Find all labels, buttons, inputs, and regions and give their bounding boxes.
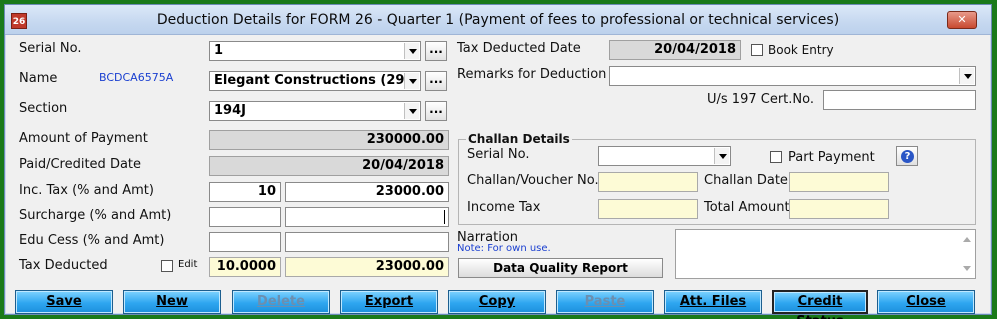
data-quality-report-button[interactable]: Data Quality Report <box>458 258 663 278</box>
name-combo[interactable]: Elegant Constructions (29) <box>209 71 421 91</box>
part-payment-checkbox[interactable] <box>770 151 782 163</box>
chevron-down-icon[interactable] <box>959 68 974 84</box>
credit-status-button[interactable]: Credit Status <box>772 290 868 319</box>
serial-value: 1 <box>214 43 224 58</box>
amount-label: Amount of Payment <box>19 131 148 146</box>
edu-cess-pct-input[interactable] <box>209 232 281 252</box>
scroll-down-icon[interactable] <box>963 266 971 271</box>
total-amount-label: Total Amount <box>704 200 790 215</box>
new-button[interactable]: New <box>123 290 221 314</box>
inc-tax-amt-input[interactable]: 23000.00 <box>285 182 449 202</box>
copy-button[interactable]: Copy <box>448 290 546 314</box>
amount-field: 230000.00 <box>209 130 449 150</box>
paid-date-label: Paid/Credited Date <box>19 157 142 172</box>
scroll-up-icon[interactable] <box>963 237 971 242</box>
name-pan: BCDCA6575A <box>99 71 174 84</box>
help-icon: ? <box>901 150 914 163</box>
tax-deducted-pct-field[interactable]: 10.0000 <box>209 257 281 277</box>
section-label: Section <box>19 101 68 116</box>
deduction-details-window: 26 Deduction Details for FORM 26 - Quart… <box>4 4 992 319</box>
surcharge-pct-input[interactable] <box>209 207 281 227</box>
surcharge-amt-input[interactable] <box>285 207 449 227</box>
edit-checkbox[interactable] <box>161 260 173 272</box>
challan-group-label: Challan Details <box>466 132 572 146</box>
challan-date-label: Challan Date <box>704 173 788 188</box>
section-value: 194J <box>214 103 246 118</box>
serial-browse-button[interactable]: ... <box>425 41 447 61</box>
window-title: Deduction Details for FORM 26 - Quarter … <box>156 12 840 28</box>
chevron-down-icon[interactable] <box>404 103 419 119</box>
tax-deducted-date-label: Tax Deducted Date <box>457 41 581 56</box>
text-caret <box>444 210 445 224</box>
paid-date-field: 20/04/2018 <box>209 156 449 176</box>
inc-tax-label: Inc. Tax (% and Amt) <box>19 183 154 198</box>
name-label: Name <box>19 71 58 86</box>
book-entry-label: Book Entry <box>768 43 834 57</box>
challan-date-input[interactable] <box>789 172 889 192</box>
narration-scrollbar[interactable] <box>960 231 974 277</box>
chevron-down-icon[interactable] <box>404 43 419 59</box>
tax-deducted-label: Tax Deducted <box>19 258 108 273</box>
serial-combo[interactable]: 1 <box>209 41 421 61</box>
remarks-combo[interactable] <box>609 66 976 86</box>
income-tax-label: Income Tax <box>467 200 541 215</box>
cert-label: U/s 197 Cert.No. <box>707 92 814 107</box>
income-tax-input[interactable] <box>598 199 698 219</box>
voucher-label: Challan/Voucher No. <box>467 173 599 188</box>
cert-input[interactable] <box>823 90 976 110</box>
close-button[interactable]: Close <box>877 290 975 314</box>
delete-button[interactable]: Delete <box>232 290 330 314</box>
total-amount-input[interactable] <box>789 199 889 219</box>
save-button[interactable]: Save <box>15 290 113 314</box>
tax-deducted-date-field[interactable]: 20/04/2018 <box>609 40 741 60</box>
chevron-down-icon[interactable] <box>404 73 419 89</box>
narration-note: Note: For own use. <box>457 243 551 254</box>
book-entry-checkbox[interactable] <box>751 44 763 56</box>
window-close-button[interactable]: ✕ <box>947 11 977 29</box>
edit-label: Edit <box>178 259 198 270</box>
voucher-input[interactable] <box>598 172 698 192</box>
name-browse-button[interactable]: ... <box>425 71 447 91</box>
name-value: Elegant Constructions (29) <box>214 73 411 88</box>
edu-cess-label: Edu Cess (% and Amt) <box>19 233 165 248</box>
chevron-down-icon[interactable] <box>714 148 729 164</box>
title-bar: 26 Deduction Details for FORM 26 - Quart… <box>5 5 991 35</box>
section-combo[interactable]: 194J <box>209 101 421 121</box>
narration-textarea[interactable] <box>675 229 976 279</box>
remarks-label: Remarks for Deduction <box>457 67 607 82</box>
tax-deducted-amt-field[interactable]: 23000.00 <box>285 257 449 277</box>
att-files-button[interactable]: Att. Files <box>664 290 762 314</box>
edu-cess-amt-input[interactable] <box>285 232 449 252</box>
section-browse-button[interactable]: ... <box>425 101 447 121</box>
paste-button[interactable]: Paste <box>556 290 654 314</box>
inc-tax-pct-input[interactable]: 10 <box>209 182 281 202</box>
surcharge-label: Surcharge (% and Amt) <box>19 208 172 223</box>
challan-serial-label: Serial No. <box>467 147 530 162</box>
part-payment-label: Part Payment <box>788 150 875 165</box>
challan-serial-combo[interactable] <box>598 146 731 166</box>
export-button[interactable]: Export <box>340 290 438 314</box>
challan-help-button[interactable]: ? <box>896 146 918 166</box>
serial-label: Serial No. <box>19 41 82 56</box>
